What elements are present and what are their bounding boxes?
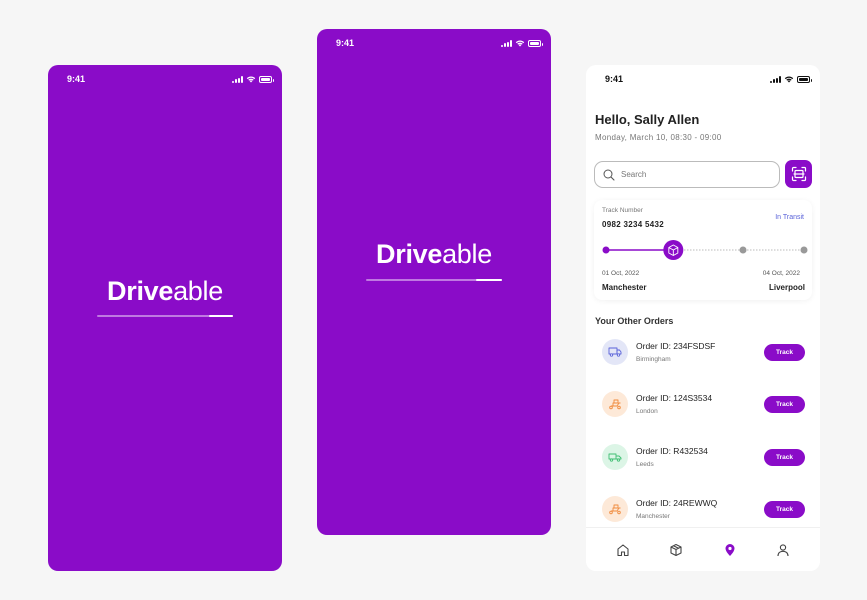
order-item[interactable]: Order ID: R432534 Leeds Track bbox=[594, 438, 812, 478]
scooter-icon bbox=[602, 391, 628, 417]
order-id: Order ID: 24REWWQ bbox=[636, 498, 718, 508]
track-button[interactable]: Track bbox=[764, 449, 805, 466]
tab-tracking[interactable] bbox=[715, 535, 745, 565]
bottom-tab-bar bbox=[586, 527, 820, 571]
home-icon bbox=[617, 543, 629, 556]
schedule-date: Monday, March 10, 08:30 - 09:00 bbox=[595, 133, 722, 142]
splash-screen-2: 9:41 Driveable bbox=[317, 29, 551, 535]
destination-dot bbox=[800, 246, 808, 254]
order-city: Manchester bbox=[636, 513, 670, 520]
app-logo: Driveable bbox=[376, 239, 492, 269]
order-item[interactable]: Order ID: 24REWWQ Manchester Track bbox=[594, 490, 812, 530]
scan-icon bbox=[791, 166, 806, 182]
status-time: 9:41 bbox=[336, 38, 355, 48]
other-orders-title: Your Other Orders bbox=[595, 316, 674, 326]
status-badge: In Transit bbox=[775, 214, 804, 221]
signal-icon bbox=[232, 75, 243, 83]
battery-icon bbox=[528, 39, 543, 47]
wifi-icon bbox=[784, 76, 794, 83]
loading-bar-fill bbox=[476, 279, 502, 281]
splash-screen-1: 9:41 Driveable bbox=[48, 65, 282, 571]
waypoint-dot bbox=[739, 246, 747, 254]
track-number: 0982 3234 5432 bbox=[602, 220, 665, 229]
track-number-label: Track Number bbox=[602, 207, 643, 214]
order-id: Order ID: 234FSDSF bbox=[636, 341, 716, 351]
route-progress bbox=[602, 240, 808, 260]
van-icon bbox=[602, 444, 628, 470]
greeting: Hello, Sally Allen bbox=[595, 112, 700, 127]
loading-bar bbox=[97, 315, 233, 317]
package-icon bbox=[670, 543, 682, 556]
origin-date: 01 Oct, 2022 bbox=[602, 270, 640, 277]
status-time: 9:41 bbox=[67, 74, 86, 84]
status-icons bbox=[501, 39, 543, 47]
order-item[interactable]: Order ID: 234FSDSF Birmingham Track bbox=[594, 333, 812, 373]
status-icons bbox=[232, 75, 274, 83]
tracking-card[interactable]: Track Number 0982 3234 5432 In Transit 0… bbox=[594, 200, 812, 300]
track-button[interactable]: Track bbox=[764, 344, 805, 361]
battery-icon bbox=[797, 75, 812, 83]
scooter-icon bbox=[602, 496, 628, 522]
location-pin-icon bbox=[725, 543, 735, 556]
truck-icon bbox=[602, 339, 628, 365]
origin-dot bbox=[602, 246, 610, 254]
order-id: Order ID: R432534 bbox=[636, 446, 708, 456]
home-screen: 9:41 Hello, Sally Allen Monday, March 10… bbox=[586, 65, 820, 571]
battery-icon bbox=[259, 75, 274, 83]
status-time: 9:41 bbox=[605, 74, 624, 84]
origin-city: Manchester bbox=[602, 283, 647, 292]
track-button[interactable]: Track bbox=[764, 501, 805, 518]
order-id: Order ID: 124S3534 bbox=[636, 393, 713, 403]
signal-icon bbox=[501, 39, 512, 47]
status-icons bbox=[770, 75, 812, 83]
tab-profile[interactable] bbox=[768, 535, 798, 565]
user-icon bbox=[777, 543, 789, 556]
destination-date: 04 Oct, 2022 bbox=[762, 270, 800, 277]
order-city: Birmingham bbox=[636, 356, 671, 363]
order-city: Leeds bbox=[636, 461, 654, 468]
order-city: London bbox=[636, 408, 658, 415]
track-button[interactable]: Track bbox=[764, 396, 805, 413]
search-placeholder: Search bbox=[621, 170, 647, 179]
app-logo: Driveable bbox=[107, 276, 223, 306]
scan-button[interactable] bbox=[785, 160, 812, 188]
tab-home[interactable] bbox=[608, 535, 638, 565]
wifi-icon bbox=[246, 76, 256, 83]
status-bar: 9:41 bbox=[586, 65, 820, 93]
search-input[interactable]: Search bbox=[594, 161, 780, 188]
signal-icon bbox=[770, 75, 781, 83]
wifi-icon bbox=[515, 40, 525, 47]
destination-city: Liverpool bbox=[768, 283, 805, 292]
package-marker-icon bbox=[663, 240, 684, 260]
loading-bar-fill bbox=[208, 315, 233, 317]
status-bar: 9:41 bbox=[317, 29, 551, 57]
order-item[interactable]: Order ID: 124S3534 London Track bbox=[594, 385, 812, 425]
search-icon bbox=[603, 169, 615, 181]
loading-bar bbox=[366, 279, 502, 281]
status-bar: 9:41 bbox=[48, 65, 282, 93]
tab-orders[interactable] bbox=[661, 535, 691, 565]
